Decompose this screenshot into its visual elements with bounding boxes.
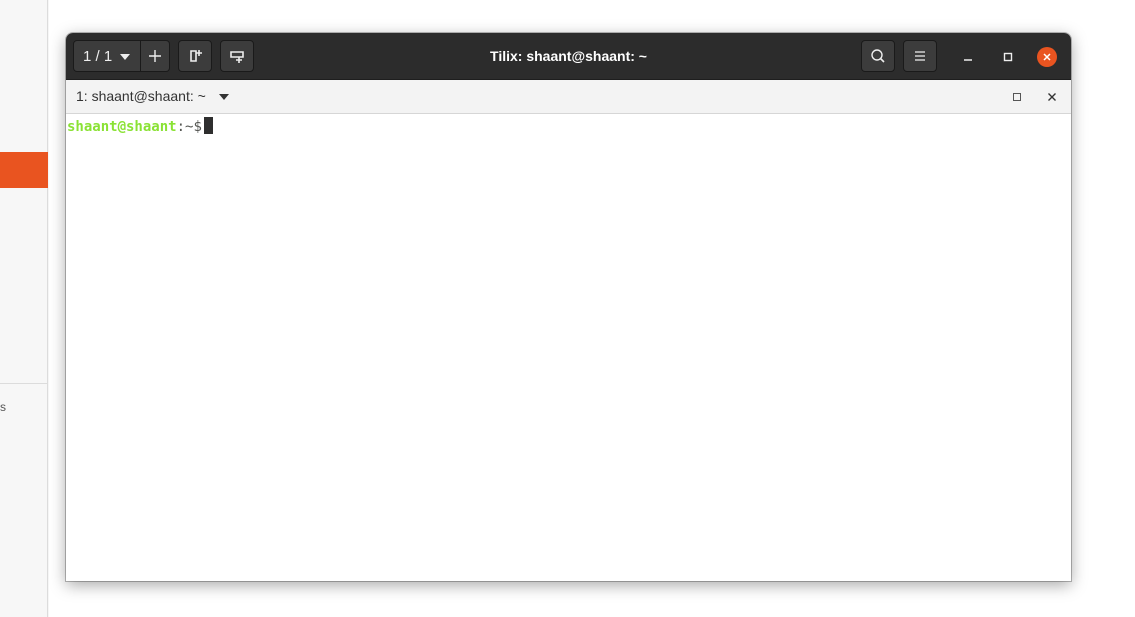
terminal-title[interactable]: 1: shaant@shaant: ~ [76, 80, 206, 113]
terminal-area[interactable]: shaant@shaant:~$ [66, 114, 1071, 581]
find-button[interactable] [861, 40, 895, 72]
prompt-user: shaant@shaant [67, 119, 177, 135]
maximize-icon [1003, 52, 1013, 62]
chevron-down-icon [120, 54, 130, 60]
minimize-icon [964, 59, 972, 61]
add-terminal-down-button[interactable] [220, 40, 254, 72]
plus-icon [149, 50, 161, 62]
close-icon [1048, 93, 1056, 101]
close-icon [1043, 53, 1051, 61]
split-down-icon [230, 51, 244, 63]
header-bar: 1 / 1 Tilix: shaant@shaant: ~ [66, 33, 1071, 80]
background-sidebar-divider [0, 383, 48, 384]
maximize-button[interactable] [996, 45, 1020, 69]
prompt-separator: : [176, 119, 186, 135]
terminal-title-bar: 1: shaant@shaant: ~ [66, 80, 1071, 114]
split-right-icon [190, 50, 202, 62]
background-sidebar-selected-item[interactable] [0, 152, 48, 188]
background-sidebar [0, 0, 48, 617]
close-button-circle [1037, 47, 1057, 67]
text-cursor [203, 117, 213, 134]
session-button-group: 1 / 1 [73, 40, 170, 72]
menu-button[interactable] [903, 40, 937, 72]
terminal-close-button[interactable] [1043, 88, 1061, 106]
prompt-path: ~$ [185, 119, 202, 135]
prompt-line: shaant@shaant:~$ [67, 117, 1070, 137]
background-sidebar-text-fragment: s [0, 400, 6, 414]
add-terminal-right-button[interactable] [178, 40, 212, 72]
search-icon [871, 49, 885, 63]
new-session-button[interactable] [141, 40, 170, 72]
hamburger-menu-icon [915, 51, 925, 61]
session-switcher-label: 1 / 1 [83, 47, 113, 65]
terminal-maximize-button[interactable] [1008, 88, 1026, 106]
maximize-icon [1013, 93, 1021, 101]
tilix-window: 1 / 1 Tilix: shaant@shaant: ~ 1: shaant@… [66, 33, 1071, 581]
session-switcher-button[interactable]: 1 / 1 [73, 40, 141, 72]
minimize-button[interactable] [956, 45, 980, 69]
chevron-down-icon[interactable] [219, 94, 229, 100]
close-button[interactable] [1035, 45, 1059, 69]
